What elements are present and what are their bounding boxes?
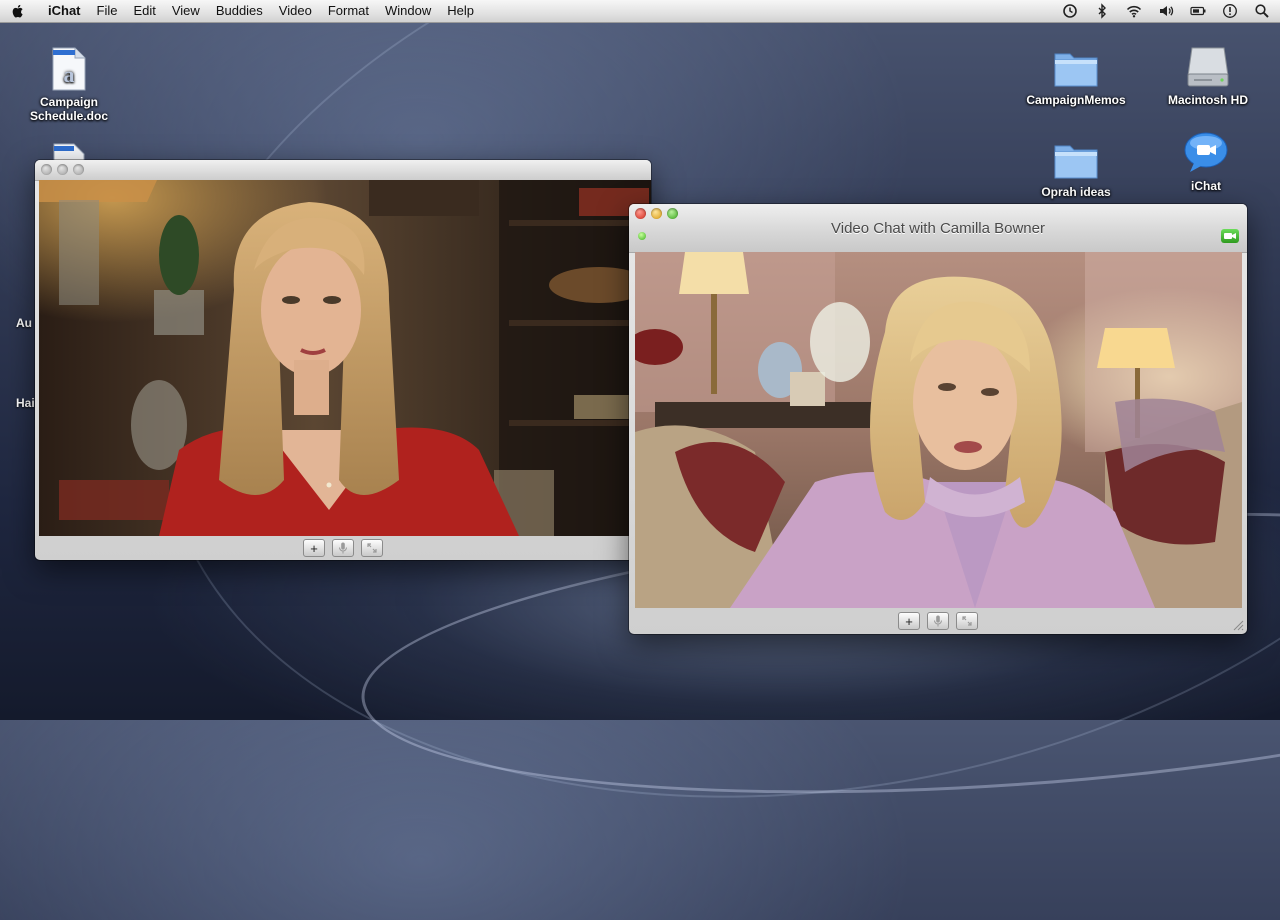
bluetooth-icon[interactable] (1094, 3, 1110, 19)
add-icon[interactable]: + (898, 612, 920, 630)
menu-view[interactable]: View (164, 0, 208, 22)
window-titlebar[interactable]: Video Chat with Camilla Bowner (629, 204, 1247, 253)
desktop-icon-oprah-ideas[interactable]: Oprah ideas (1016, 136, 1136, 199)
video-camera-icon[interactable] (1221, 229, 1239, 243)
minimize-button[interactable] (651, 208, 662, 219)
video-frame (39, 180, 651, 536)
window-controls (635, 208, 678, 219)
volume-icon[interactable] (1158, 3, 1174, 19)
menu-format[interactable]: Format (320, 0, 377, 22)
wifi-icon[interactable] (1126, 3, 1142, 19)
close-button[interactable] (635, 208, 646, 219)
close-button[interactable] (41, 164, 52, 175)
apple-menu-icon[interactable] (10, 3, 26, 19)
desktop-icon-label: CampaignMemos (1026, 93, 1126, 107)
menu-window[interactable]: Window (377, 0, 439, 22)
folder-icon (1054, 145, 1098, 179)
word-document-icon: a (52, 47, 86, 91)
zoom-button[interactable] (73, 164, 84, 175)
menu-bar: iChat File Edit View Buddies Video Forma… (0, 0, 1280, 23)
zoom-button[interactable] (667, 208, 678, 219)
spotlight-search-icon[interactable] (1254, 3, 1270, 19)
fullscreen-icon[interactable] (361, 539, 383, 557)
microphone-icon[interactable] (332, 539, 354, 557)
desktop-icon-campaign-schedule[interactable]: a Campaign Schedule.doc (9, 46, 129, 123)
video-frame (635, 252, 1242, 608)
menu-app-ichat[interactable]: iChat (40, 0, 89, 22)
desktop-icon-label-line2: Schedule.doc (29, 109, 109, 123)
remote-video-feed (635, 252, 1242, 608)
window-titlebar[interactable] (35, 160, 651, 181)
menu-file[interactable]: File (89, 0, 126, 22)
fullscreen-icon[interactable] (956, 612, 978, 630)
time-machine-icon[interactable] (1062, 3, 1078, 19)
desktop-icon-ichat[interactable]: iChat (1146, 130, 1266, 193)
menu-video[interactable]: Video (271, 0, 320, 22)
video-toolbar: + (35, 536, 651, 560)
desktop-icon-campaignmemos[interactable]: CampaignMemos (1016, 44, 1136, 107)
menu-buddies[interactable]: Buddies (208, 0, 271, 22)
desktop-icon-label: Macintosh HD (1167, 93, 1248, 107)
battery-icon[interactable] (1190, 3, 1206, 19)
desktop-icon-label: iChat (1191, 179, 1221, 193)
menu-edit[interactable]: Edit (125, 0, 163, 22)
menu-help[interactable]: Help (439, 0, 482, 22)
desktop-icon-label-line1: Campaign (39, 95, 98, 109)
microphone-icon[interactable] (927, 612, 949, 630)
user-clock-icon[interactable] (1222, 3, 1238, 19)
desktop-icon-macintosh-hd[interactable]: Macintosh HD (1148, 44, 1268, 107)
video-preview-window[interactable]: + (35, 160, 651, 560)
ichat-app-icon (1184, 132, 1228, 172)
desktop-icon-label-clipped: Au (16, 316, 32, 330)
folder-icon (1054, 53, 1098, 87)
video-chat-window[interactable]: Video Chat with Camilla Bowner + (629, 204, 1247, 634)
word-document-icon[interactable] (52, 142, 88, 162)
minimize-button[interactable] (57, 164, 68, 175)
desktop-icon-label-clipped: Hai (16, 396, 35, 410)
resize-grip-icon[interactable] (1232, 619, 1244, 631)
hard-drive-icon (1187, 47, 1229, 87)
status-indicator-icon (638, 232, 646, 240)
svg-text:a: a (64, 62, 75, 87)
window-controls (41, 164, 84, 175)
local-video-feed (39, 180, 651, 536)
add-icon[interactable]: + (303, 539, 325, 557)
window-title: Video Chat with Camilla Bowner (831, 220, 1045, 237)
menu-extras (1062, 0, 1270, 22)
desktop-icon-label: Oprah ideas (1041, 185, 1111, 199)
video-toolbar: + (629, 608, 1247, 634)
